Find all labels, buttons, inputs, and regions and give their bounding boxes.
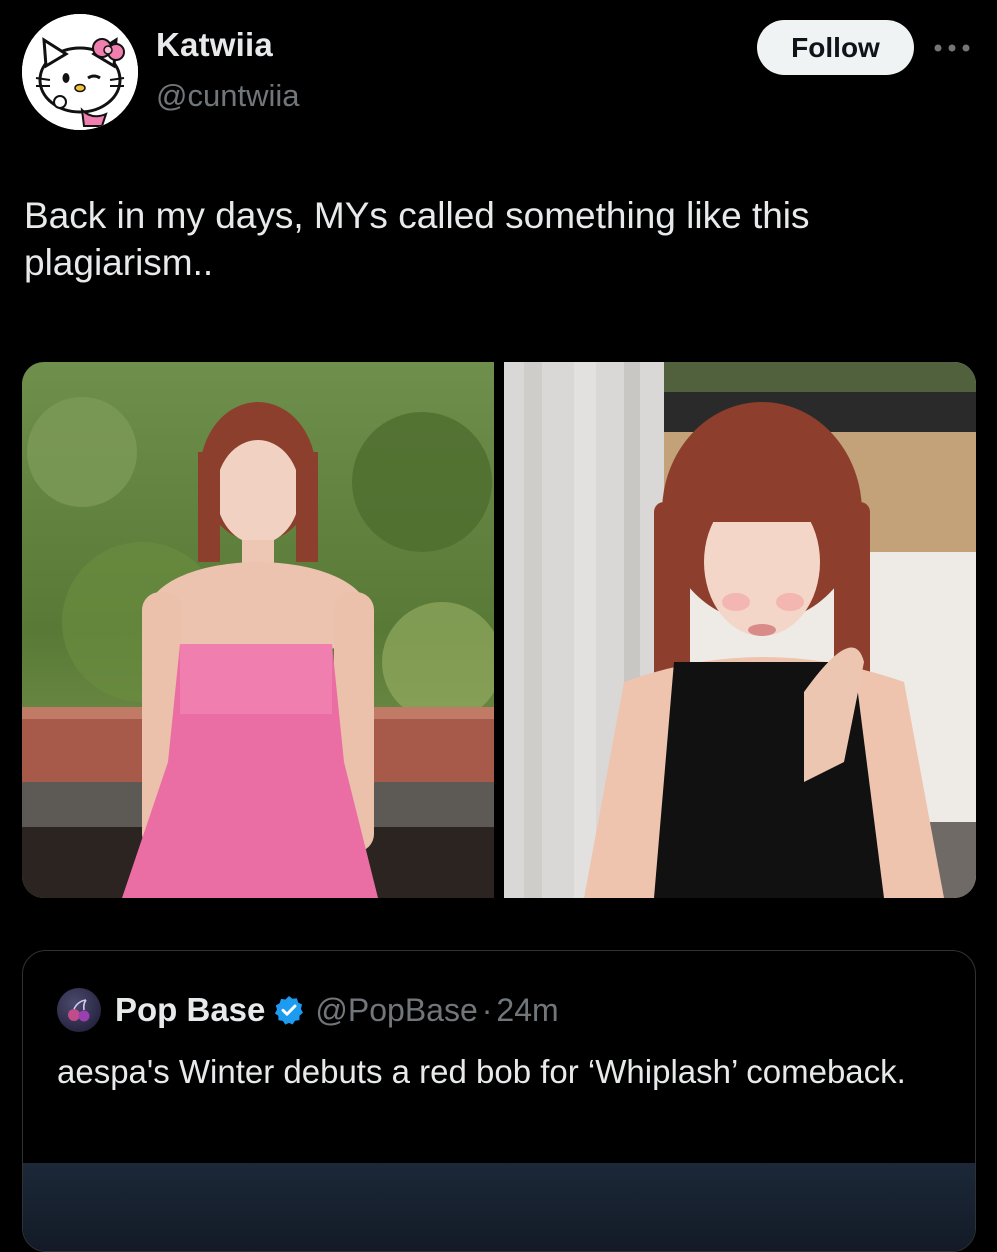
author-avatar[interactable] xyxy=(22,14,138,130)
verified-badge-icon xyxy=(275,996,304,1025)
quoted-tweet-media[interactable] xyxy=(23,1163,975,1251)
tweet-text: Back in my days, MYs called something li… xyxy=(24,195,820,283)
quoted-author-handle[interactable]: @PopBase xyxy=(315,992,477,1029)
quoted-author-name[interactable]: Pop Base xyxy=(115,991,265,1029)
quoted-tweet-card[interactable]: Pop Base @PopBase · 24m aespa's Winter d… xyxy=(22,950,976,1252)
follow-button[interactable]: Follow xyxy=(757,20,914,75)
photo-black-top[interactable] xyxy=(504,362,976,898)
author-handle[interactable]: @cuntwiia xyxy=(156,78,299,114)
author-display-name[interactable]: Katwiia xyxy=(156,26,273,64)
quoted-tweet-header: Pop Base @PopBase · 24m xyxy=(57,988,559,1032)
quoted-tweet-text: aespa's Winter debuts a red bob for ‘Whi… xyxy=(57,1053,906,1090)
media-grid xyxy=(22,362,976,898)
photo-pink-dress-image xyxy=(22,362,494,898)
quoted-timestamp[interactable]: 24m xyxy=(496,992,558,1029)
cherry-icon xyxy=(68,999,90,1022)
hello-kitty-icon xyxy=(22,14,138,130)
more-dots-icon xyxy=(934,44,970,52)
quoted-author-avatar[interactable] xyxy=(57,988,101,1032)
photo-black-top-image xyxy=(504,362,976,898)
photo-pink-dress[interactable] xyxy=(22,362,494,898)
meta-separator: · xyxy=(481,991,493,1028)
more-options-button[interactable] xyxy=(932,34,972,62)
